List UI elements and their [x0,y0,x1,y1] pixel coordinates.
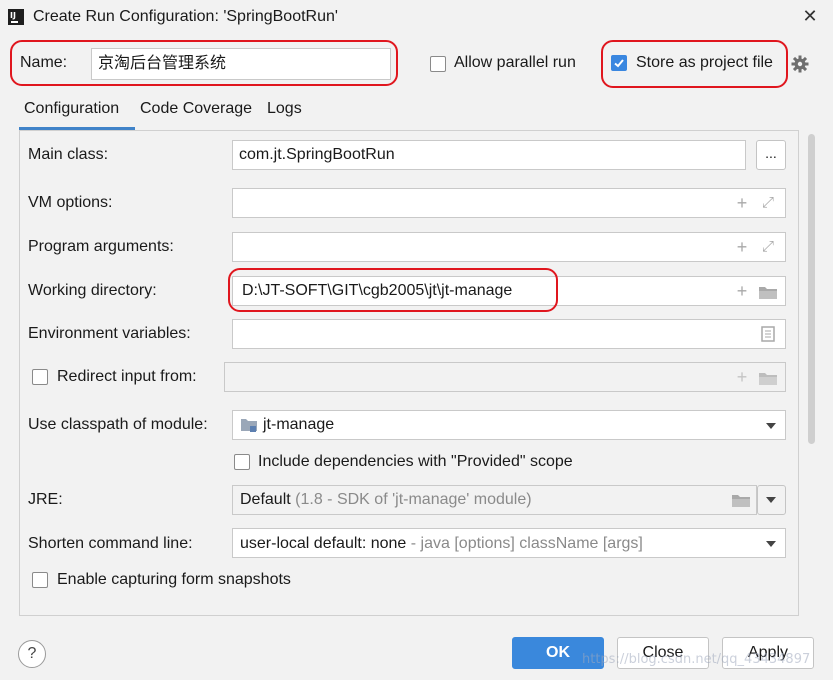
watermark: https://blog.csdn.net/qq_43434897 [582,652,811,667]
document-icon[interactable] [761,326,775,342]
app-icon-text: IJ [10,11,16,20]
jre-label: JRE: [28,491,63,508]
tab-logs[interactable]: Logs [267,100,302,118]
allow-parallel-label: Allow parallel run [454,54,576,71]
shorten-cmd-text: user-local default: none [240,535,407,552]
chevron-down-icon[interactable] [766,541,776,547]
redirect-input-checkbox[interactable] [32,369,48,385]
close-icon[interactable]: ✕ [798,4,822,28]
folder-icon[interactable] [731,492,751,508]
tab-configuration[interactable]: Configuration [24,100,119,118]
scrollbar-thumb[interactable] [808,134,815,444]
chevron-down-icon[interactable] [766,423,776,429]
name-field[interactable]: 京淘后台管理系统 [91,48,391,80]
jre-default-text: Default [240,491,291,508]
main-class-label: Main class: [28,146,109,163]
folder-icon[interactable] [758,284,778,300]
working-directory-label: Working directory: [28,282,157,299]
add-macro-plus-icon[interactable]: + [732,277,752,305]
browse-main-class-button[interactable]: ... [756,140,786,170]
folder-icon[interactable] [758,370,778,386]
shorten-cmd-label: Shorten command line: [28,535,193,552]
environment-variables-input[interactable] [232,319,786,349]
store-as-project-checkbox[interactable] [611,55,627,71]
include-provided-label: Include dependencies with "Provided" sco… [258,453,573,470]
gear-icon[interactable] [791,55,809,73]
intellij-icon: IJ [8,9,24,25]
working-directory-highlight [228,268,558,312]
module-folder-icon [240,417,258,433]
program-arguments-input[interactable] [232,232,786,262]
name-label: Name: [20,54,68,71]
shorten-cmd-hint: - java [options] className [args] [410,535,643,552]
capture-snapshots-checkbox[interactable] [32,572,48,588]
jre-value: Default (1.8 - SDK of 'jt-manage' module… [240,491,532,509]
classpath-module-label: Use classpath of module: [28,416,208,433]
main-class-input[interactable]: com.jt.SpringBootRun [232,140,746,170]
tab-code-coverage[interactable]: Code Coverage [140,100,252,118]
store-as-project-label: Store as project file [636,54,773,71]
redirect-input-field[interactable] [224,362,786,392]
vm-options-label: VM options: [28,194,113,211]
environment-variables-label: Environment variables: [28,325,191,342]
capture-snapshots-label: Enable capturing form snapshots [57,571,291,588]
program-arguments-label: Program arguments: [28,238,174,255]
vm-options-input[interactable] [232,188,786,218]
include-provided-checkbox[interactable] [234,454,250,470]
expand-arrows-icon[interactable]: ⤢ [758,233,778,261]
jre-hint: (1.8 - SDK of 'jt-manage' module) [295,491,532,508]
classpath-module-value: jt-manage [263,416,335,433]
chevron-down-icon [766,497,776,503]
window-title: Create Run Configuration: 'SpringBootRun… [33,8,338,25]
help-button[interactable]: ? [18,640,46,668]
add-macro-plus-icon[interactable]: + [732,363,752,391]
expand-plus-icon[interactable]: + [732,233,752,261]
redirect-input-label: Redirect input from: [57,368,197,385]
expand-arrows-icon[interactable]: ⤢ [758,189,778,217]
allow-parallel-checkbox[interactable] [430,56,446,72]
expand-plus-icon[interactable]: + [732,189,752,217]
shorten-cmd-value: user-local default: none - java [options… [240,535,643,553]
